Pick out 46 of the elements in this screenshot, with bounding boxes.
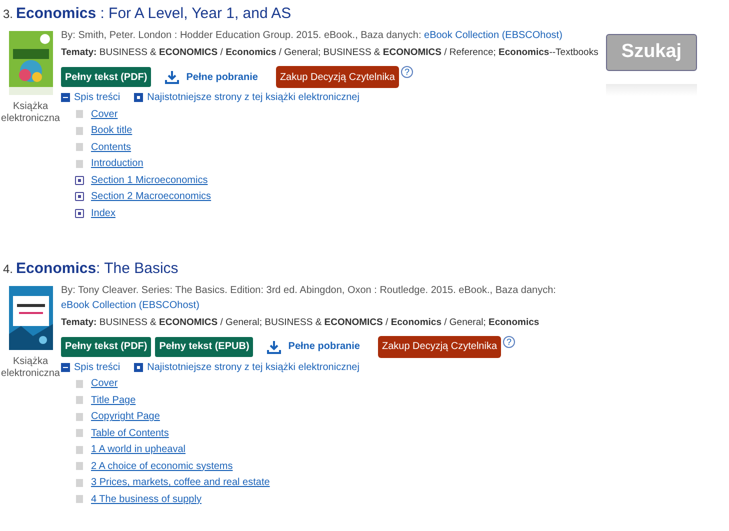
toc-link[interactable]: Book title	[91, 124, 132, 138]
toc-link[interactable]: Section 2 Macroeconomics	[91, 190, 212, 204]
toc-link[interactable]: Section 1 Microeconomics	[91, 174, 208, 187]
download-button[interactable]: Pełne pobranie	[155, 67, 268, 87]
toc-link[interactable]: 2 A choice of economic systems	[91, 460, 233, 473]
toc-toggle[interactable]: Spis treści	[61, 90, 120, 105]
purchase-button[interactable]: Zakup Decyzją Czytelnika	[276, 66, 399, 88]
toc-link[interactable]: Cover	[91, 108, 118, 121]
fulltext-button[interactable]: Pełny tekst (PDF)	[61, 336, 152, 356]
toc-link[interactable]: 3 Prices, markets, coffee and real estate	[91, 476, 270, 490]
result-title[interactable]: Economics: The Basics	[16, 260, 178, 278]
toc-toggle[interactable]: Spis treści	[61, 360, 120, 374]
fulltext-button[interactable]: Pełny tekst (PDF)	[61, 67, 152, 87]
toc-link[interactable]: Contents	[91, 140, 132, 154]
toc-link[interactable]: 1 A world in upheaval	[91, 443, 186, 456]
result-title[interactable]: Economics : For A Level, Year 1, and AS	[16, 5, 292, 23]
help-button[interactable]: ?	[503, 336, 516, 348]
database-link[interactable]: eBook Collection (EBSCOhost)	[424, 30, 562, 41]
database-link[interactable]: eBook Collection (EBSCOhost)	[61, 300, 200, 310]
toc-link[interactable]: Copyright Page	[91, 410, 160, 424]
toc-link[interactable]: Introduction	[91, 157, 144, 170]
format-label: Książka elektroniczna	[0, 356, 61, 380]
download-icon	[267, 340, 282, 354]
toc-link[interactable]: Index	[91, 206, 116, 220]
help-button[interactable]: ?	[400, 66, 413, 78]
format-label: Książka elektroniczna	[0, 101, 61, 125]
download-button[interactable]: Pełne pobranie	[257, 336, 370, 356]
collapse-icon	[61, 362, 70, 372]
fulltext-button[interactable]: Pełny tekst (EPUB)	[155, 336, 254, 356]
subjects-line: Tematy: BUSINESS & ECONOMICS / General; BUSINESS & ECONOMICS / Economics / General; Economics	[61, 316, 540, 330]
subjects-line: Tematy: BUSINESS & ECONOMICS / Economics / General; BUSINESS & ECONOMICS / Reference; Economics--Textbooks	[61, 46, 598, 60]
pages-link[interactable]: Najistotniejsze strony z tej książki elektronicznej	[134, 90, 360, 105]
expand-icon	[134, 362, 144, 372]
toc-link[interactable]: Cover	[91, 377, 118, 390]
toc-link[interactable]: 4 The business of supply	[91, 492, 202, 506]
download-icon	[165, 70, 180, 84]
result-number: 3.	[3, 6, 14, 23]
purchase-button[interactable]: Zakup Decyzją Czytelnika	[378, 336, 502, 358]
byline: By: Tony Cleaver. Series: The Basics. Edition: 3rd ed. Abingdon, Oxon : Routledge. 2015. eBook., Baza danych: eBook Collection (EBSCOhost)	[61, 284, 557, 312]
result-number: 4.	[3, 260, 14, 278]
byline: By: Smith, Peter. London : Hodder Education Group. 2015. eBook., Baza danych: eBook Collection (EBSCOhost)	[61, 29, 564, 43]
toc-link[interactable]: Table of Contents	[91, 426, 169, 440]
pages-link[interactable]: Najistotniejsze strony z tej książki elektronicznej	[134, 360, 360, 374]
toc-link[interactable]: Title Page	[91, 394, 136, 407]
expand-icon	[134, 93, 144, 102]
collapse-icon	[61, 93, 70, 102]
